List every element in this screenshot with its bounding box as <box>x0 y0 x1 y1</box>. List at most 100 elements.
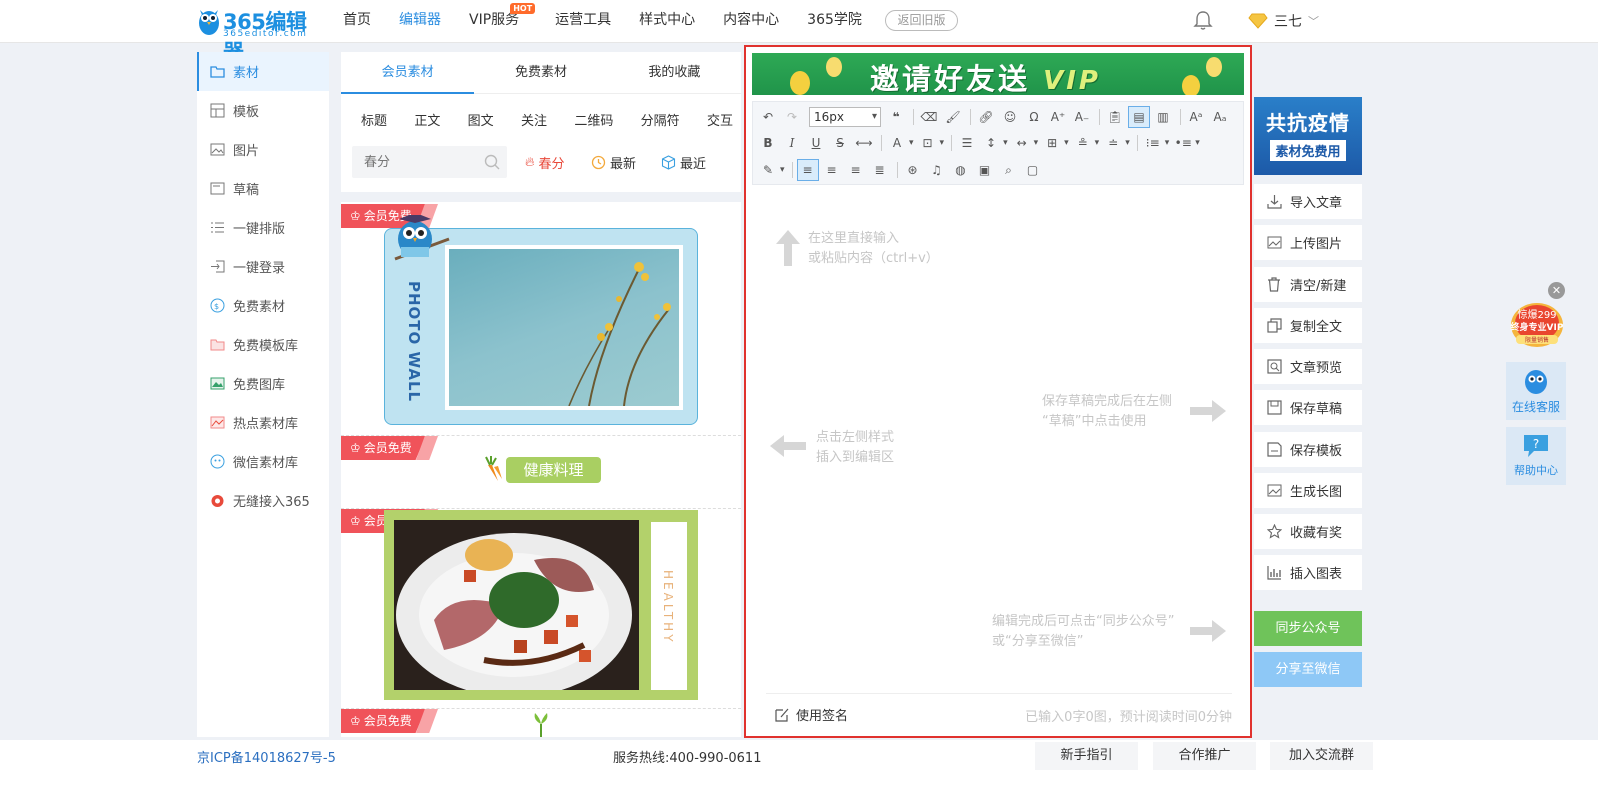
letter-spacing-icon[interactable]: ↔ <box>1011 132 1033 154</box>
close-icon[interactable]: ✕ <box>1548 282 1565 299</box>
filter-recent[interactable]: 最近 <box>661 153 706 172</box>
chevron-down-icon[interactable]: ▾ <box>1125 138 1130 148</box>
help-center-button[interactable]: ? 帮助中心 <box>1506 427 1566 485</box>
filter-newest[interactable]: 最新 <box>591 153 636 172</box>
healthy-food-template[interactable]: HEALTHY <box>384 510 698 700</box>
old-version-button[interactable]: 返回旧版 <box>885 10 958 31</box>
online-customer-service-button[interactable]: 在线客服 <box>1506 362 1566 420</box>
emoji-icon[interactable]: ☺ <box>999 106 1021 128</box>
save-draft-button[interactable]: 保存草稿 <box>1254 390 1362 425</box>
nav-style-center[interactable]: 样式中心 <box>639 0 695 42</box>
logo[interactable]: 365编辑器 365editor.com <box>198 4 320 64</box>
indent-left-icon[interactable]: ▤ <box>1128 106 1150 128</box>
sync-official-account-button[interactable]: 同步公众号 <box>1254 611 1362 646</box>
invite-vip-banner[interactable]: 邀请好友送 VIP <box>752 53 1244 95</box>
line-height-icon[interactable]: ↕ <box>980 132 1002 154</box>
blockquote-icon[interactable]: ❝ <box>885 106 907 128</box>
video-icon[interactable]: ⊛ <box>902 159 924 181</box>
font-color-icon[interactable]: A <box>886 132 908 154</box>
chevron-down-icon[interactable]: ▾ <box>940 138 945 148</box>
user-menu[interactable]: 三七 ﹀ <box>1248 11 1319 31</box>
sidebar-item-one-click-login[interactable]: 一键登录 <box>197 247 329 286</box>
import-article-button[interactable]: 导入文章 <box>1254 184 1362 219</box>
filter-hot[interactable]: 🔥︎ 春分 <box>525 153 565 172</box>
table-icon[interactable]: ⊞ <box>1041 132 1063 154</box>
category-interactive[interactable]: 交互 <box>707 110 733 129</box>
partner-promotion-button[interactable]: 合作推广 <box>1153 742 1256 770</box>
align-justify-icon[interactable]: ≣ <box>869 159 891 181</box>
voice-icon[interactable]: ◍ <box>950 159 972 181</box>
font-decrease-icon[interactable]: A₋ <box>1071 106 1093 128</box>
category-follow[interactable]: 关注 <box>521 110 547 129</box>
format-brush-icon[interactable]: 🖌︎ <box>942 106 964 128</box>
upload-image-button[interactable]: 上传图片 <box>1254 225 1362 260</box>
chevron-down-icon[interactable]: ▾ <box>780 165 785 175</box>
horizontal-rule-icon[interactable]: ⟷ <box>853 132 875 154</box>
nav-academy[interactable]: 365学院 <box>807 0 862 42</box>
nav-vip[interactable]: VIP服务 HOT <box>469 0 536 42</box>
clear-new-button[interactable]: 清空/新建 <box>1254 267 1362 302</box>
nav-ops-tools[interactable]: 运营工具 <box>555 0 611 42</box>
font-increase-icon[interactable]: A⁺ <box>1047 106 1069 128</box>
sidebar-item-draft[interactable]: 草稿 <box>197 169 329 208</box>
first-line-indent-icon[interactable]: ☰ <box>956 132 978 154</box>
border-icon[interactable]: ⊡ <box>917 132 939 154</box>
font-size-select[interactable]: 16px <box>809 107 881 127</box>
category-body[interactable]: 正文 <box>414 110 440 129</box>
chevron-down-icon[interactable]: ▾ <box>909 138 914 148</box>
sidebar-item-material[interactable]: 素材 <box>197 52 329 91</box>
sidebar-item-wechat-material[interactable]: 微信素材库 <box>197 442 329 481</box>
undo-icon[interactable]: ↶ <box>757 106 779 128</box>
chevron-down-icon[interactable]: ▾ <box>1064 138 1069 148</box>
chevron-down-icon[interactable]: ▾ <box>1095 138 1100 148</box>
special-char-icon[interactable]: Ω <box>1023 106 1045 128</box>
italic-icon[interactable]: I <box>781 132 803 154</box>
nav-home[interactable]: 首页 <box>343 0 371 42</box>
magic-wand-icon[interactable]: ✎ <box>757 159 779 181</box>
beginner-guide-button[interactable]: 新手指引 <box>1035 742 1138 770</box>
copy-all-button[interactable]: 复制全文 <box>1254 308 1362 343</box>
sidebar-item-image[interactable]: 图片 <box>197 130 329 169</box>
chevron-down-icon[interactable]: ▾ <box>1165 138 1170 148</box>
icp-link[interactable]: 京ICP备14018627号-5 <box>197 747 336 766</box>
align-left-icon[interactable]: ≡ <box>796 159 819 181</box>
subscript-icon[interactable]: Aₐ <box>1209 106 1231 128</box>
underline-icon[interactable]: U <box>805 132 827 154</box>
align-center-icon[interactable]: ≡ <box>821 159 843 181</box>
tab-free-material[interactable]: 免费素材 <box>474 52 607 93</box>
sidebar-item-one-click-layout[interactable]: 一键排版 <box>197 208 329 247</box>
indent-right-icon[interactable]: ▥ <box>1152 106 1174 128</box>
article-preview-button[interactable]: 文章预览 <box>1254 349 1362 384</box>
vip-sale-float-promo[interactable]: 惊爆299 终身专业VIP 限量销售 <box>1506 301 1568 353</box>
use-signature-button[interactable]: 使用签名 <box>774 705 848 724</box>
category-qrcode[interactable]: 二维码 <box>574 110 613 129</box>
paragraph-spacing-icon[interactable]: ≗ <box>1072 132 1094 154</box>
sidebar-item-free-gallery[interactable]: 免费图库 <box>197 364 329 403</box>
save-template-button[interactable]: 保存模板 <box>1254 432 1362 467</box>
find-replace-icon[interactable]: ⌕ <box>998 159 1020 181</box>
tab-member-material[interactable]: 会员素材 <box>341 52 475 94</box>
music-icon[interactable]: ♫ <box>926 159 948 181</box>
strikethrough-icon[interactable]: S <box>829 132 851 154</box>
sidebar-item-template[interactable]: 模板 <box>197 91 329 130</box>
share-to-wechat-button[interactable]: 分享至微信 <box>1254 652 1362 687</box>
photo-wall-template[interactable]: PHOTO WALL <box>384 215 698 425</box>
align-right-icon[interactable]: ≡ <box>845 159 867 181</box>
join-group-button[interactable]: 加入交流群 <box>1270 742 1373 770</box>
category-title[interactable]: 标题 <box>361 110 387 129</box>
bell-icon[interactable] <box>1192 9 1214 31</box>
favorite-reward-button[interactable]: 收藏有奖 <box>1254 514 1362 549</box>
anti-epidemic-promo[interactable]: 共抗疫情 素材免费用 <box>1254 97 1362 175</box>
bold-icon[interactable]: B <box>757 132 779 154</box>
sidebar-item-connect-365[interactable]: 无缝接入365 <box>197 481 329 520</box>
chevron-down-icon[interactable]: ▾ <box>1195 138 1200 148</box>
insert-image-icon[interactable]: ▣ <box>974 159 996 181</box>
tab-my-favorites[interactable]: 我的收藏 <box>608 52 741 93</box>
eraser-icon[interactable]: ⌫ <box>918 106 940 128</box>
sidebar-item-free-material[interactable]: $ 免费素材 <box>197 286 329 325</box>
paste-icon[interactable]: 📋︎ <box>1104 106 1126 128</box>
insert-chart-button[interactable]: 插入图表 <box>1254 555 1362 590</box>
ordered-list-icon[interactable]: ⁝≡ <box>1142 132 1164 154</box>
paragraph-after-icon[interactable]: ≐ <box>1102 132 1124 154</box>
nav-content-center[interactable]: 内容中心 <box>723 0 779 42</box>
